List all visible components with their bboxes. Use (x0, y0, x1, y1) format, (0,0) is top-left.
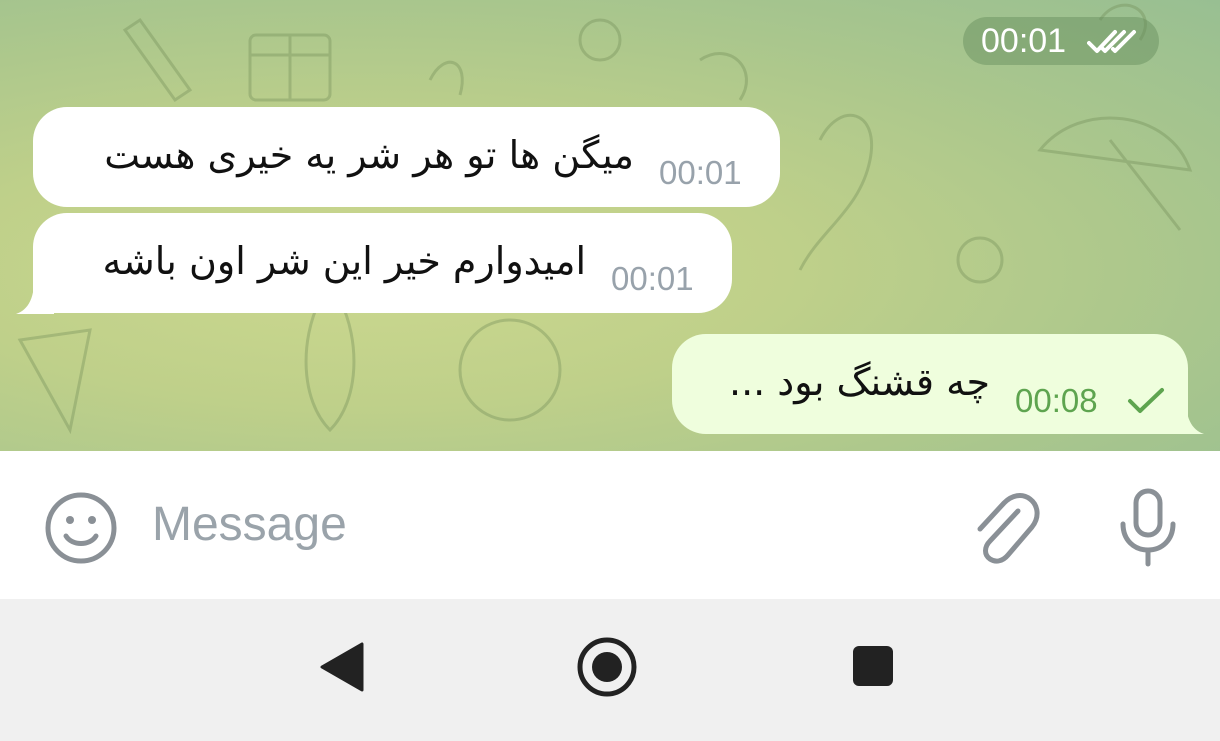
attach-icon[interactable] (968, 489, 1040, 565)
message-input-bar: Message (0, 451, 1220, 599)
message-time: 00:01 (659, 154, 742, 191)
message-bubble-outgoing[interactable]: چه قشنگ بود ... 00:08 (672, 334, 1188, 434)
message-text: چه قشنگ بود ... (728, 360, 990, 404)
message-input[interactable]: Message (152, 497, 347, 552)
status-time: 00:01 (981, 22, 1067, 60)
date-status-pill: 00:01 (963, 17, 1159, 65)
message-bubble-incoming[interactable]: امیدوارم خیر این شر اون باشه 00:01 (33, 213, 732, 313)
message-time: 00:08 (1015, 382, 1098, 419)
message-text: امیدوارم خیر این شر اون باشه (102, 239, 586, 283)
message-bubble-incoming[interactable]: میگن ها تو هر شر یه خیری هست 00:01 (33, 107, 780, 207)
chat-background: 00:01 میگن ها تو هر شر یه خیری هست 00:01… (0, 0, 1220, 451)
message-time: 00:01 (611, 260, 694, 297)
home-icon[interactable] (576, 636, 638, 698)
emoji-icon[interactable] (44, 491, 118, 565)
recents-icon[interactable] (851, 644, 895, 688)
system-navigation-bar (0, 599, 1220, 741)
microphone-icon[interactable] (1118, 488, 1178, 568)
double-check-icon (1087, 30, 1136, 53)
message-text: میگن ها تو هر شر یه خیری هست (104, 133, 634, 177)
check-icon (1128, 388, 1164, 413)
back-icon[interactable] (318, 642, 364, 692)
